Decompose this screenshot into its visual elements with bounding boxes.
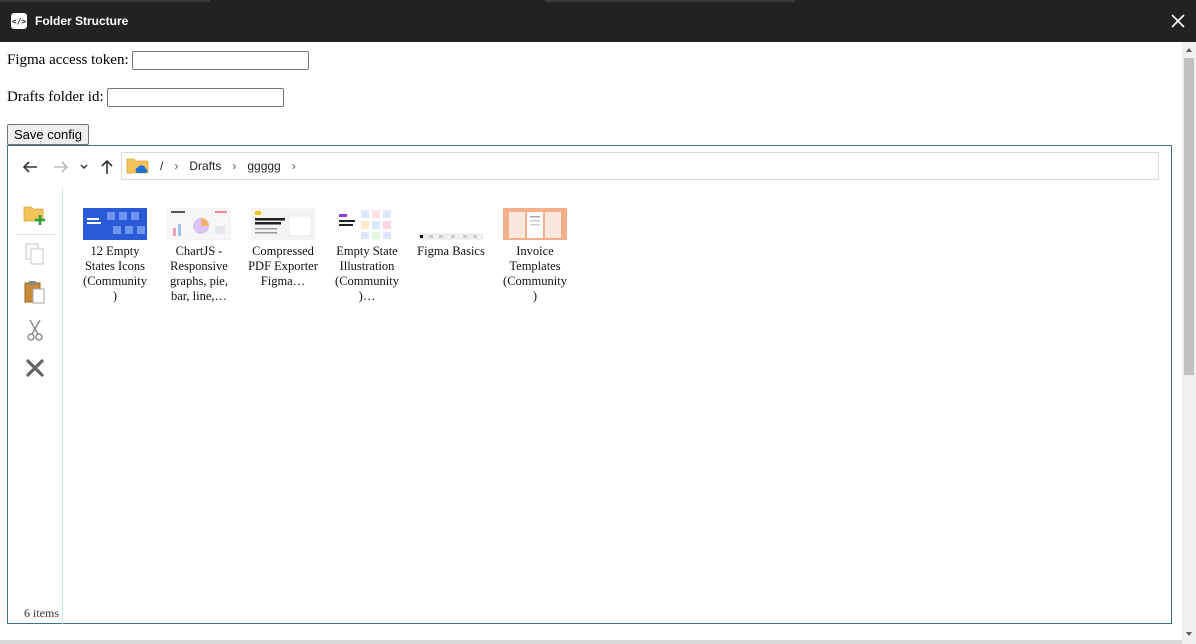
scrollbar-thumb[interactable] [1184,58,1194,375]
action-toolbar [8,188,63,624]
new-folder-icon[interactable] [23,202,47,226]
breadcrumb-item-ggggg[interactable]: ggggg [247,159,280,173]
title-bar: </> Folder Structure [0,0,1196,42]
scroll-down-arrow-icon[interactable] [1185,630,1193,638]
code-icon: </> [11,13,27,29]
token-input[interactable] [131,51,309,70]
token-row: Figma access token: [7,51,309,70]
file-item[interactable]: 12 Empty States Icons (Community ) [80,208,150,304]
chevron-right-icon[interactable]: › [292,159,296,173]
cloud-folder-icon [126,158,149,174]
cut-icon[interactable] [23,318,47,342]
window-title: Folder Structure [35,14,129,28]
toolbar-divider [17,234,55,235]
folder-id-row: Drafts folder id: [7,88,284,107]
up-arrow-icon[interactable] [98,159,116,175]
chevron-right-icon: › [232,159,237,173]
file-name: 12 Empty States Icons (Community ) [83,244,147,303]
paste-icon[interactable] [23,280,47,304]
navigation-bar: / › Drafts › ggggg › [8,146,1171,188]
file-name: Compressed PDF Exporter Figma… [248,244,318,288]
file-thumbnail [503,208,567,240]
file-name: Figma Basics [417,244,485,258]
breadcrumb-item-drafts[interactable]: Drafts [189,159,221,173]
file-item[interactable]: Compressed PDF Exporter Figma… [248,208,318,289]
close-icon[interactable] [1170,13,1186,29]
breadcrumb: / › Drafts › ggggg › [121,152,1159,180]
delete-icon[interactable] [23,356,47,380]
title-bar-top-edge [0,0,210,2]
token-label: Figma access token: [7,52,129,68]
item-count: 6 items [24,606,59,620]
breadcrumb-root[interactable]: / [160,159,163,173]
file-thumbnail [335,208,399,240]
forward-arrow-icon[interactable] [52,159,70,175]
file-thumbnail [419,208,483,240]
file-item[interactable]: Invoice Templates (Community ) [500,208,570,304]
chevron-down-icon[interactable] [78,159,90,175]
file-name: ChartJS - Responsive graphs, pie, bar, l… [170,244,228,303]
file-item[interactable]: Empty State Illustration (Community )… [332,208,402,304]
file-name: Invoice Templates (Community ) [503,244,567,303]
copy-icon[interactable] [23,242,47,266]
bottom-edge [0,640,1182,644]
file-manager: / › Drafts › ggggg › 6 items 12 Empty St… [7,145,1172,624]
file-thumbnail [83,208,147,240]
folder-id-label: Drafts folder id: [7,89,104,105]
scroll-up-arrow-icon[interactable] [1185,46,1193,54]
folder-id-input[interactable] [106,88,284,107]
save-config-button[interactable]: Save config [7,124,89,145]
title-bar-top-edge [545,0,795,2]
file-thumbnail [167,208,231,240]
back-arrow-icon[interactable] [21,159,39,175]
page-scrollbar[interactable] [1182,42,1196,644]
file-name: Empty State Illustration (Community )… [335,244,399,303]
chevron-right-icon: › [174,159,179,173]
file-thumbnail [251,208,315,240]
file-item[interactable]: ChartJS - Responsive graphs, pie, bar, l… [164,208,234,304]
file-item[interactable]: Figma Basics [416,208,486,259]
